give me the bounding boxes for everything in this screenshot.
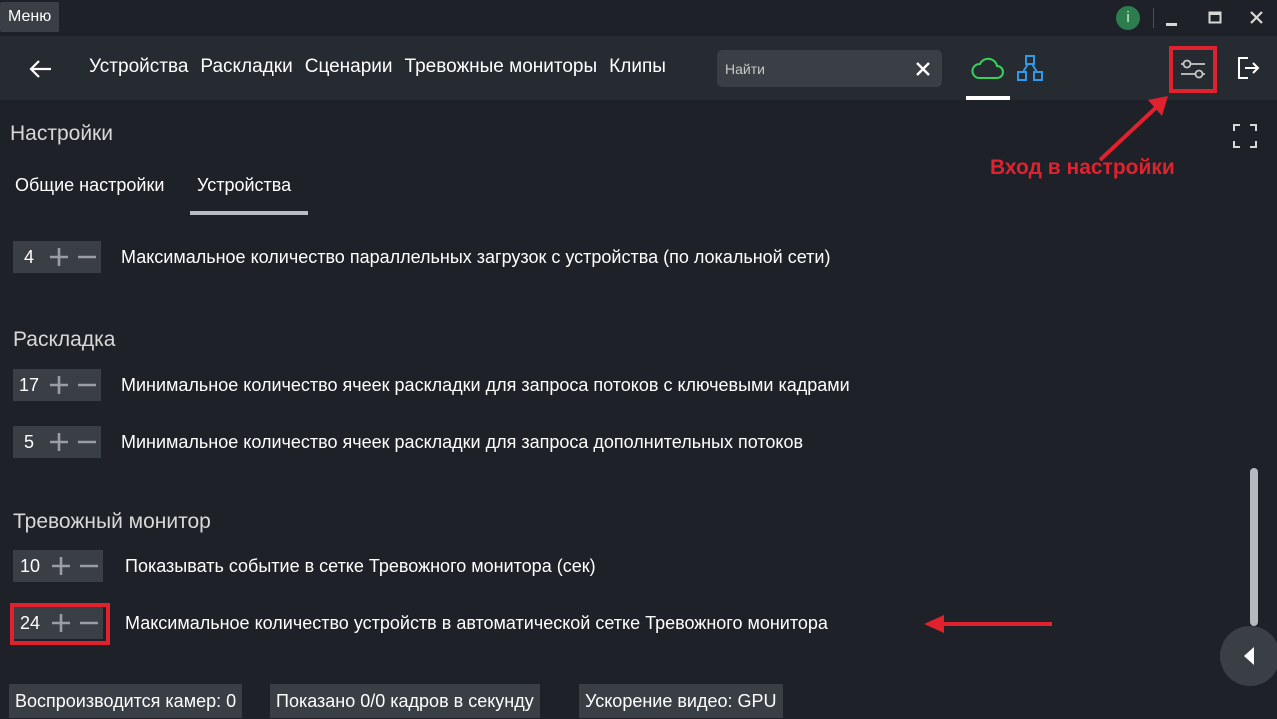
tab-clips[interactable]: Клипы — [609, 56, 666, 78]
cloud-icon — [971, 57, 1004, 79]
arrow-left-icon — [29, 60, 51, 78]
maximize-button[interactable] — [1201, 5, 1229, 31]
plus-icon — [50, 433, 68, 451]
active-tab-underline — [190, 211, 308, 215]
page-title: Настройки — [10, 122, 113, 145]
cloud-view-underline — [966, 96, 1010, 100]
minimize-button[interactable] — [1158, 5, 1186, 31]
decrement-button[interactable] — [73, 428, 101, 456]
setting-label: Максимальное количество устройств в авто… — [125, 613, 828, 633]
tab-layouts[interactable]: Раскладки — [200, 56, 292, 78]
quantity-stepper: 5 — [13, 426, 101, 458]
nav-tabs: Устройства Раскладки Сценарии Тревожные … — [89, 56, 678, 78]
settings-annotation: Вход в настройки — [990, 156, 1175, 179]
plus-icon — [50, 248, 68, 266]
collapse-panel-button[interactable] — [1220, 626, 1277, 686]
quantity-stepper: 4 — [13, 241, 101, 273]
section-title-layout: Раскладка — [13, 328, 116, 351]
triangle-left-icon — [1244, 647, 1254, 665]
logout-button[interactable] — [1234, 52, 1262, 84]
tab-device-settings[interactable]: Устройства — [197, 175, 291, 196]
status-cameras: Воспроизводится камер: 0 — [9, 684, 243, 718]
info-icon[interactable]: i — [1116, 6, 1140, 30]
cloud-view-button[interactable] — [970, 54, 1006, 84]
close-button[interactable] — [1243, 5, 1271, 31]
fullscreen-icon — [1233, 124, 1257, 148]
close-icon — [1250, 11, 1263, 24]
stepper-highlight-box — [10, 603, 110, 645]
minus-icon — [78, 383, 96, 387]
setting-label: Минимальное количество ячеек раскладки д… — [121, 375, 850, 395]
section-title-alarm-monitor: Тревожный монитор — [13, 510, 211, 533]
status-video-acceleration: Ускорение видео: GPU — [579, 684, 783, 718]
minus-icon — [78, 255, 96, 259]
scrollbar[interactable] — [1250, 468, 1258, 626]
setting-label: Показывать событие в сетке Тревожного мо… — [125, 556, 596, 576]
annotation-arrow-icon — [924, 615, 1052, 633]
maximize-icon — [1208, 11, 1222, 24]
plus-icon — [52, 557, 70, 575]
tab-alarm-monitors[interactable]: Тревожные мониторы — [405, 56, 598, 78]
fullscreen-button[interactable] — [1232, 123, 1258, 149]
tab-scenarios[interactable]: Сценарии — [305, 56, 393, 78]
decrement-button[interactable] — [73, 243, 101, 271]
tab-general-settings[interactable]: Общие настройки — [15, 175, 164, 196]
menu-button[interactable]: Меню — [0, 2, 60, 32]
titlebar-separator — [1153, 8, 1154, 28]
settings-highlight-box — [1169, 46, 1217, 93]
decrement-button[interactable] — [73, 371, 101, 399]
setting-label: Минимальное количество ячеек раскладки д… — [121, 432, 804, 452]
network-view-button[interactable] — [1014, 52, 1046, 84]
quantity-stepper: 17 — [13, 369, 101, 401]
plus-icon — [50, 376, 68, 394]
close-icon — [916, 62, 930, 76]
decrement-button[interactable] — [75, 552, 103, 580]
stepper-value: 17 — [18, 374, 40, 395]
network-icon — [1017, 55, 1043, 81]
minimize-icon — [1166, 23, 1177, 26]
minus-icon — [80, 564, 98, 568]
back-button[interactable] — [26, 54, 56, 84]
logout-icon — [1238, 57, 1260, 79]
search-input[interactable] — [725, 50, 910, 87]
increment-button[interactable] — [47, 552, 75, 580]
clear-search-button[interactable] — [913, 59, 933, 79]
increment-button[interactable] — [45, 371, 73, 399]
stepper-value: 10 — [19, 555, 41, 576]
increment-button[interactable] — [45, 428, 73, 456]
search-box — [717, 50, 942, 87]
title-bar: Меню i — [0, 0, 1277, 36]
tab-devices[interactable]: Устройства — [89, 56, 188, 78]
minus-icon — [78, 440, 96, 444]
stepper-value: 4 — [23, 246, 34, 267]
setting-label: Максимальное количество параллельных заг… — [121, 247, 831, 267]
quantity-stepper: 10 — [13, 550, 103, 582]
increment-button[interactable] — [45, 243, 73, 271]
status-fps: Показано 0/0 кадров в секунду — [270, 684, 540, 718]
stepper-value: 5 — [23, 431, 34, 452]
